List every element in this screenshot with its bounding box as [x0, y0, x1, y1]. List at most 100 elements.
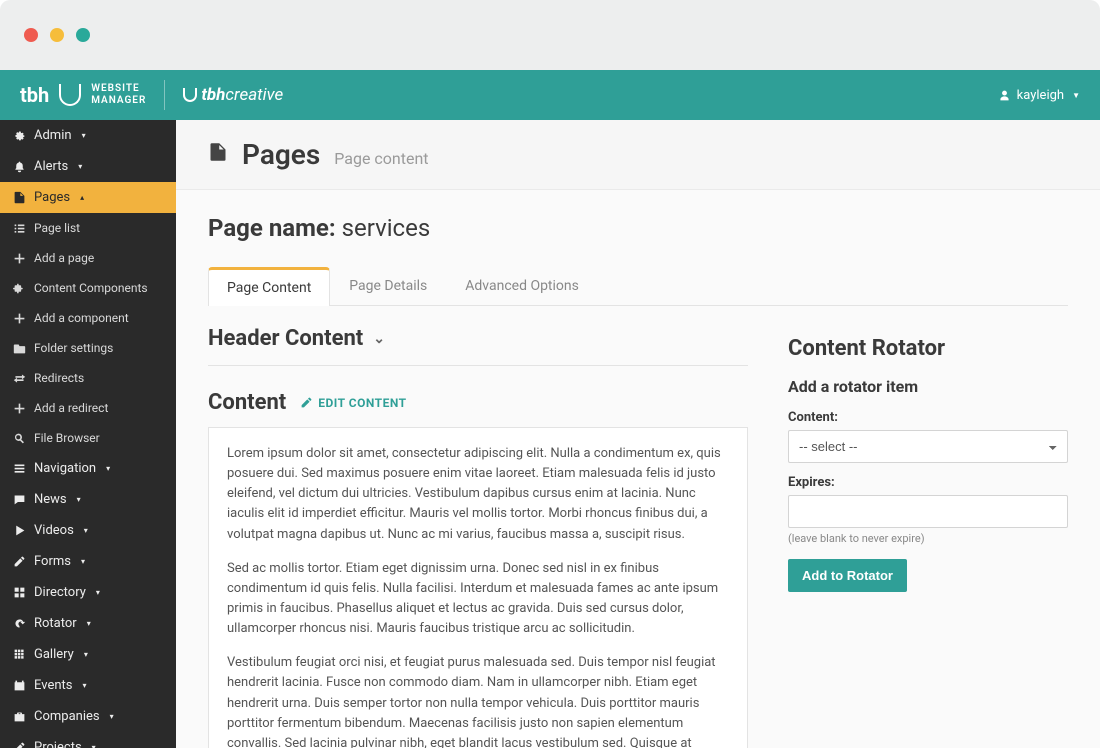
user-icon: [998, 89, 1011, 102]
sidebar-item-page-list[interactable]: Page list: [0, 213, 176, 243]
tab-advanced-options[interactable]: Advanced Options: [446, 267, 598, 306]
smiley-icon: [183, 88, 197, 102]
search-icon: [12, 432, 26, 445]
content-paragraph: Vestibulum feugiat orci nisi, et feugiat…: [227, 653, 729, 748]
sidebar-item-projects[interactable]: Projects ▾: [0, 732, 176, 748]
plus-icon: [12, 252, 26, 265]
header-content-toggle[interactable]: Header Content ⌄: [208, 326, 748, 351]
logo-secondary: tbhcreative: [183, 85, 283, 105]
pencil-icon: [12, 555, 26, 568]
chevron-icon: ▾: [110, 712, 114, 721]
sidebar-item-label: Forms: [34, 554, 71, 569]
sidebar-item-companies[interactable]: Companies ▾: [0, 701, 176, 732]
rotator-expires-hint: (leave blank to never expire): [788, 532, 1068, 545]
traffic-light-minimize[interactable]: [50, 28, 64, 42]
topbar: tbh WEBSITE MANAGER tbhcreative kayleigh…: [0, 70, 1100, 120]
sidebar-item-label: Redirects: [34, 371, 84, 385]
sidebar-item-label: Admin: [34, 128, 72, 143]
folder-icon: [12, 342, 26, 355]
rotator-content-select[interactable]: -- select --: [788, 430, 1068, 463]
squares-icon: [12, 648, 26, 661]
sidebar-item-file-browser[interactable]: File Browser: [0, 423, 176, 453]
pencil-icon: [12, 741, 26, 748]
calendar-icon: [12, 679, 26, 692]
content-paragraph: Lorem ipsum dolor sit amet, consectetur …: [227, 444, 729, 545]
sidebar: Admin ▾ Alerts▾Pages▴ Page list Add a page Co…: [0, 120, 176, 748]
chevron-icon: ▾: [82, 681, 86, 690]
sidebar-item-label: Gallery: [34, 647, 74, 662]
puzzle-icon: [12, 282, 26, 295]
plus-icon: [12, 402, 26, 415]
sidebar-item-label: File Browser: [34, 431, 100, 445]
traffic-light-close[interactable]: [24, 28, 38, 42]
sidebar-item-label: Companies: [34, 709, 100, 724]
tabs: Page ContentPage DetailsAdvanced Options: [208, 266, 1068, 306]
sidebar-item-redirects[interactable]: Redirects: [0, 363, 176, 393]
logo-main: tbh WEBSITE MANAGER: [20, 83, 146, 107]
traffic-light-zoom[interactable]: [76, 28, 90, 42]
plus-icon: [12, 312, 26, 325]
sidebar-item-add-a-component[interactable]: Add a component: [0, 303, 176, 333]
edit-content-label: EDIT CONTENT: [318, 396, 406, 410]
chevron-icon: ▾: [92, 743, 96, 748]
sidebar-item-label: Page list: [34, 221, 80, 235]
gear-icon: [12, 129, 26, 142]
sidebar-item-label: Folder settings: [34, 341, 113, 355]
chevron-icon: ▾: [96, 588, 100, 597]
refresh-icon: [12, 617, 26, 630]
sidebar-item-add-a-page[interactable]: Add a page: [0, 243, 176, 273]
page-subtitle: Page content: [334, 149, 428, 168]
sidebar-item-label: Navigation: [34, 461, 96, 476]
sidebar-item-label: Add a page: [34, 251, 94, 265]
sidebar-item-pages[interactable]: Pages▴: [0, 182, 176, 213]
sidebar-item-label: Directory: [34, 585, 86, 600]
sidebar-item-videos[interactable]: Videos▾: [0, 515, 176, 546]
logo-divider: [164, 80, 165, 110]
list-icon: [12, 222, 26, 235]
chat-icon: [12, 493, 26, 506]
edit-content-link[interactable]: EDIT CONTENT: [300, 396, 406, 410]
sidebar-item-news[interactable]: News▾: [0, 484, 176, 515]
bars-icon: [12, 462, 26, 475]
rotator-expires-label: Expires:: [788, 475, 1068, 490]
file-icon: [208, 140, 228, 164]
sidebar-item-label: Add a redirect: [34, 401, 108, 415]
sidebar-item-add-a-redirect[interactable]: Add a redirect: [0, 393, 176, 423]
tab-page-content[interactable]: Page Content: [208, 267, 330, 306]
sidebar-item-content-components[interactable]: Content Components: [0, 273, 176, 303]
sidebar-item-rotator[interactable]: Rotator ▾: [0, 608, 176, 639]
logo-line2: MANAGER: [91, 95, 146, 107]
chevron-icon: ▾: [84, 650, 88, 659]
play-icon: [12, 524, 26, 537]
sidebar-item-directory[interactable]: Directory ▾: [0, 577, 176, 608]
sidebar-item-label: Events: [34, 678, 72, 693]
chevron-icon: ▾: [87, 619, 91, 628]
sidebar-item-label: Projects: [34, 740, 82, 748]
sidebar-item-label: Add a component: [34, 311, 129, 325]
user-menu[interactable]: kayleigh ▼: [998, 88, 1080, 103]
page-name-label: Page name:: [208, 214, 336, 242]
rotator-expires-input[interactable]: [788, 495, 1068, 528]
sidebar-item-label: Rotator: [34, 616, 77, 631]
sidebar-item-alerts[interactable]: Alerts▾: [0, 151, 176, 182]
page-header: Pages Page content: [176, 120, 1100, 190]
swap-icon: [12, 372, 26, 385]
user-name: kayleigh: [1017, 88, 1064, 103]
sidebar-item-admin[interactable]: Admin ▾: [0, 120, 176, 151]
add-to-rotator-button[interactable]: Add to Rotator: [788, 559, 907, 592]
sidebar-item-navigation[interactable]: Navigation▾: [0, 453, 176, 484]
file-icon: [12, 191, 26, 204]
browser-chrome: [0, 0, 1100, 70]
chevron-icon: ▾: [77, 495, 81, 504]
sidebar-item-events[interactable]: Events ▾: [0, 670, 176, 701]
sidebar-item-forms[interactable]: Forms ▾: [0, 546, 176, 577]
chevron-down-icon: ▼: [1072, 91, 1080, 100]
sidebar-item-gallery[interactable]: Gallery ▾: [0, 639, 176, 670]
chevron-icon: ▾: [81, 557, 85, 566]
divider: [208, 365, 748, 366]
tab-page-details[interactable]: Page Details: [330, 267, 446, 306]
chevron-icon: ▾: [82, 131, 86, 140]
pencil-icon: [300, 396, 313, 409]
sidebar-item-folder-settings[interactable]: Folder settings: [0, 333, 176, 363]
logo-line1: WEBSITE: [91, 83, 146, 95]
